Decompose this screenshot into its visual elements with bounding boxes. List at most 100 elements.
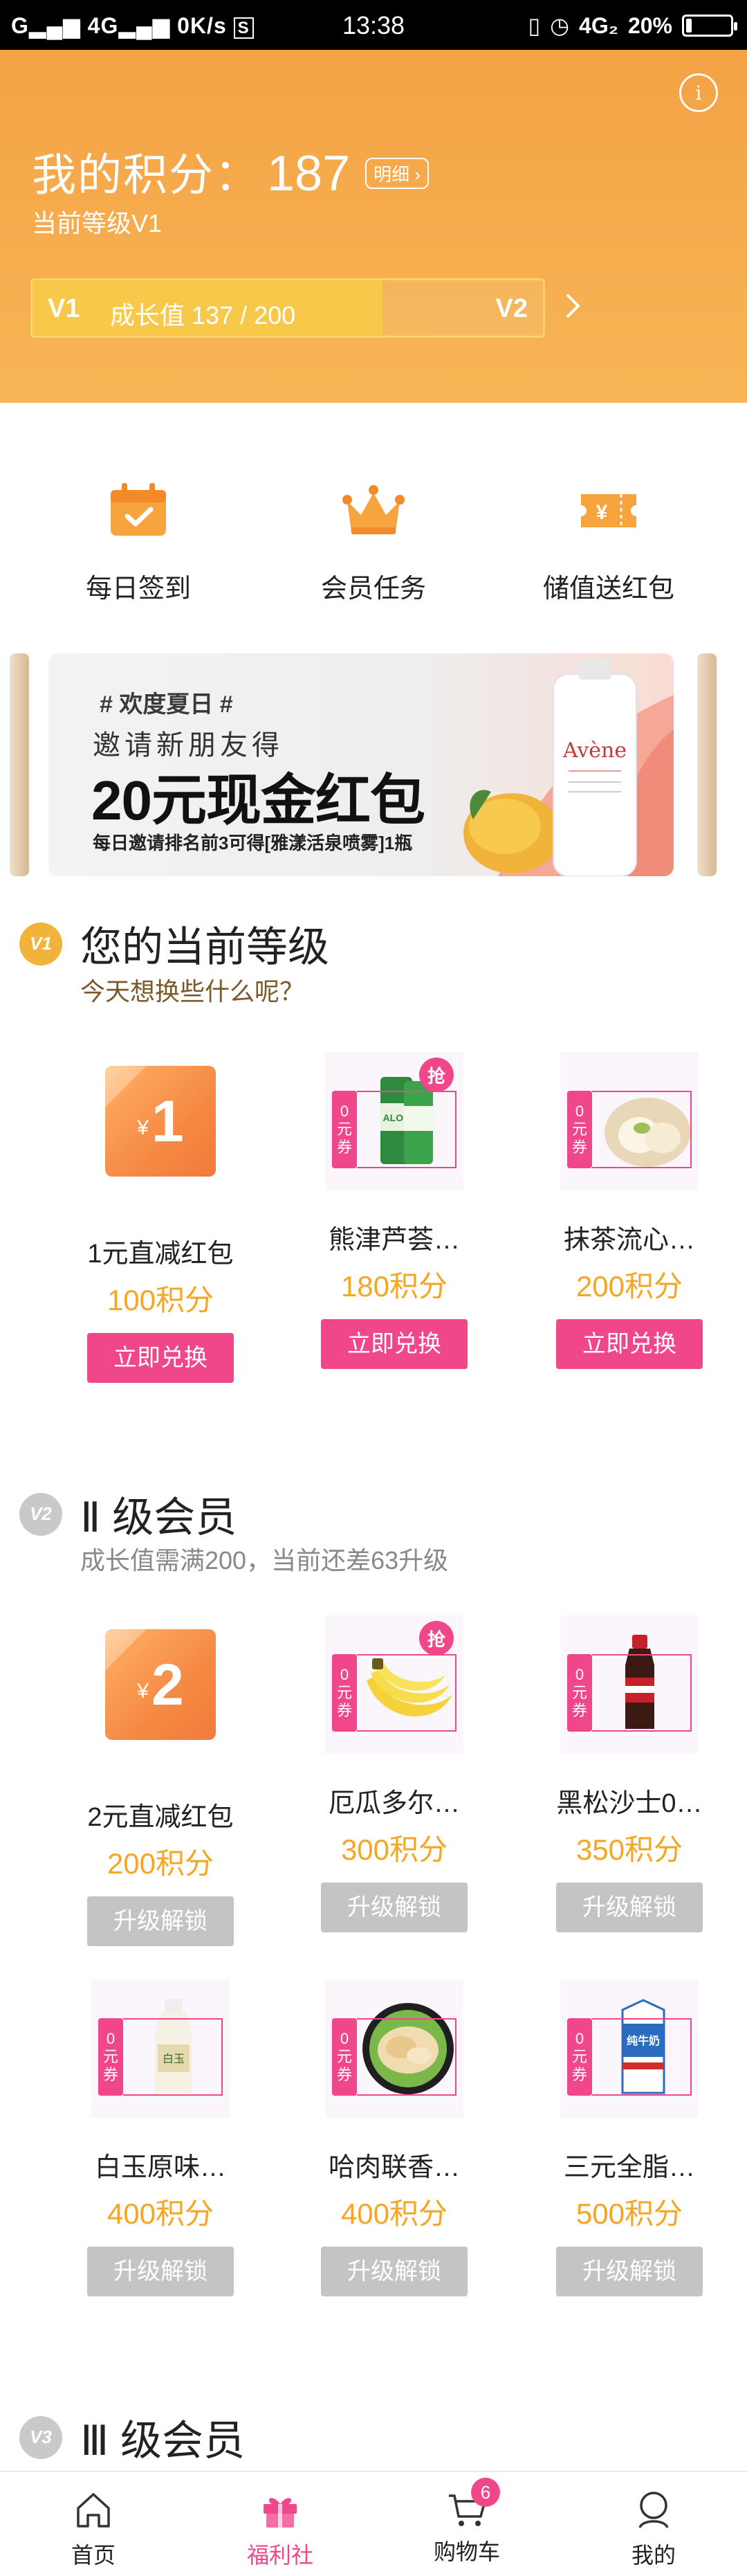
redpack-amount: 2 bbox=[151, 1651, 184, 1717]
reward-points: 350积分 bbox=[575, 1833, 683, 1866]
invite-banner[interactable]: Avène # 欢度夏日 # 邀请新朋友得 20元现金红包 每日邀请排名前3可得… bbox=[48, 653, 674, 876]
current-level-text: 当前等级V1 bbox=[32, 209, 163, 237]
reward-name: 哈肉联香… bbox=[328, 2153, 460, 2182]
cart-count-badge: 6 bbox=[471, 2478, 500, 2507]
points-value: 187 bbox=[267, 146, 351, 201]
quick-action-label: 会员任务 bbox=[320, 574, 426, 604]
zero-coupon-tag: 0元券 bbox=[98, 2018, 123, 2096]
home-icon bbox=[77, 2493, 110, 2528]
quick-action-member-tasks[interactable]: 会员任务 bbox=[270, 478, 477, 605]
status-right: ▯ ◷ 4G₂ 20% bbox=[528, 12, 737, 39]
reward-card[interactable]: ¥2 2元直减红包 200积分 升级解锁 bbox=[43, 1615, 278, 1946]
redpack-amount: 1 bbox=[151, 1088, 184, 1154]
reward-points: 200积分 bbox=[107, 1847, 214, 1880]
banner-next-peek[interactable] bbox=[697, 653, 717, 876]
reward-thumb: 0元券 抢 bbox=[325, 1615, 463, 1754]
reward-thumb: 纯牛奶 0元券 bbox=[560, 1979, 699, 2118]
points-header: i 我的积分： 187 明细 › 当前等级V1 V1 成长值 137 / 200… bbox=[0, 50, 747, 403]
points-label: 我的积分： bbox=[32, 150, 260, 200]
section-v1-header: V1 您的当前等级 bbox=[19, 914, 329, 974]
redeem-button[interactable]: 立即兑换 bbox=[556, 1319, 703, 1369]
chevron-right-icon[interactable] bbox=[560, 285, 588, 327]
unlock-button[interactable]: 升级解锁 bbox=[321, 2247, 468, 2296]
nav-welfare[interactable]: 福利社 bbox=[187, 2472, 374, 2576]
nav-label: 福利社 bbox=[246, 2543, 313, 2568]
reward-points: 400积分 bbox=[340, 2197, 448, 2230]
reward-name: 1元直减红包 bbox=[87, 1240, 234, 1269]
reward-card[interactable]: 纯牛奶 0元券 三元全脂… 500积分 升级解锁 bbox=[512, 1979, 747, 2296]
battery-icon bbox=[682, 15, 737, 37]
coupon-frame bbox=[592, 2018, 692, 2096]
growth-progress-bar[interactable]: V1 成长值 137 / 200 V2 bbox=[30, 278, 545, 338]
unlock-button[interactable]: 升级解锁 bbox=[87, 2247, 234, 2296]
reward-points: 180积分 bbox=[340, 1270, 448, 1303]
unlock-button[interactable]: 升级解锁 bbox=[556, 1883, 703, 1932]
reward-name: 三元全脂… bbox=[563, 2153, 695, 2182]
coupon-yen-icon: ¥ bbox=[581, 494, 636, 527]
section-subtitle: 成长值需满200，当前还差63升级 bbox=[80, 1546, 449, 1575]
redeem-button[interactable]: 立即兑换 bbox=[321, 1319, 468, 1369]
grab-badge: 抢 bbox=[419, 1621, 454, 1656]
cart-icon-wrap: 6 bbox=[445, 2478, 500, 2532]
points-detail-button[interactable]: 明细 › bbox=[365, 158, 430, 189]
growth-to-level: V2 bbox=[495, 294, 528, 323]
unlock-button[interactable]: 升级解锁 bbox=[87, 1896, 234, 1946]
alarm-icon: ◷ bbox=[550, 13, 570, 38]
reward-card[interactable]: ALOE 0元券 抢 熊津芦荟… 180积分 立即兑换 bbox=[277, 1052, 512, 1369]
coupon-frame bbox=[357, 1654, 456, 1732]
network-type: 4G₂ bbox=[579, 12, 618, 38]
user-icon bbox=[638, 2492, 669, 2528]
banner-art: Avène bbox=[463, 659, 674, 876]
reward-name: 抹茶流心… bbox=[563, 1226, 695, 1255]
quick-action-label: 每日签到 bbox=[85, 574, 191, 604]
unlock-button[interactable]: 升级解锁 bbox=[321, 1883, 468, 1932]
reward-card[interactable]: 0元券 抹茶流心… 200积分 立即兑换 bbox=[512, 1052, 747, 1369]
info-icon[interactable]: i bbox=[679, 73, 718, 112]
reward-name: 2元直减红包 bbox=[87, 1803, 234, 1832]
yen-sign: ¥ bbox=[137, 1680, 149, 1703]
coupon-frame bbox=[123, 2018, 223, 2096]
reward-card[interactable]: ¥1 1元直减红包 100积分 立即兑换 bbox=[43, 1052, 278, 1383]
unlock-button[interactable]: 升级解锁 bbox=[556, 2247, 703, 2296]
reward-card[interactable]: 0元券 抢 厄瓜多尔… 300积分 升级解锁 bbox=[277, 1615, 512, 1932]
redeem-button[interactable]: 立即兑换 bbox=[87, 1333, 234, 1383]
banner-headline: 20元现金红包 bbox=[91, 770, 425, 831]
nav-mine[interactable]: 我的 bbox=[560, 2472, 747, 2576]
reward-thumb: ALOE 0元券 抢 bbox=[325, 1052, 463, 1190]
reward-thumb: ¥1 bbox=[91, 1066, 230, 1204]
welfare-page: G▂▄▆ 4G▂▄▆ 0K/s S 13:38 ▯ ◷ 4G₂ 20% i 我的… bbox=[0, 0, 747, 2576]
zero-coupon-tag: 0元券 bbox=[332, 1654, 357, 1732]
reward-thumb: 0元券 bbox=[560, 1052, 699, 1190]
reward-points: 500积分 bbox=[575, 2197, 683, 2230]
level-badge-v2: V2 bbox=[19, 1492, 62, 1536]
coupon-frame bbox=[592, 1654, 692, 1732]
reward-thumb: 0元券 bbox=[560, 1615, 699, 1754]
section-title: Ⅲ 级会员 bbox=[80, 2418, 246, 2464]
points-row: 我的积分： 187 明细 › bbox=[32, 140, 430, 203]
reward-card[interactable]: 0元券 黑松沙士0… 350积分 升级解锁 bbox=[512, 1615, 747, 1932]
reward-card[interactable]: 0元券 哈肉联香… 400积分 升级解锁 bbox=[277, 1979, 512, 2296]
section-title: 您的当前等级 bbox=[80, 924, 329, 970]
banner-footnote: 每日邀请排名前3可得[雅漾活泉喷雾]1瓶 bbox=[93, 833, 413, 853]
coupon-frame bbox=[357, 1091, 456, 1168]
level-badge-v1: V1 bbox=[19, 922, 62, 965]
vibrate-icon: ▯ bbox=[528, 13, 541, 38]
reward-name: 白玉原味… bbox=[94, 2153, 226, 2182]
growth-value-label: 成长值 137 / 200 bbox=[110, 301, 296, 329]
redpack-icon: ¥2 bbox=[105, 1629, 216, 1740]
banner-brand-text: Avène bbox=[562, 738, 627, 763]
status-bar: G▂▄▆ 4G▂▄▆ 0K/s S 13:38 ▯ ◷ 4G₂ 20% bbox=[0, 0, 747, 50]
nav-home[interactable]: 首页 bbox=[0, 2472, 187, 2576]
svg-text:¥: ¥ bbox=[596, 501, 608, 524]
banner-prev-peek[interactable] bbox=[10, 653, 29, 876]
grab-badge: 抢 bbox=[419, 1058, 454, 1092]
quick-action-daily-checkin[interactable]: 每日签到 bbox=[35, 478, 242, 605]
section-v2-header: V2 Ⅱ 级会员 bbox=[19, 1484, 237, 1544]
quick-action-topup-redpack[interactable]: ¥ 储值送红包 bbox=[505, 478, 712, 605]
nav-cart[interactable]: 6 购物车 bbox=[374, 2472, 560, 2576]
coupon-frame bbox=[592, 1091, 692, 1168]
reward-points: 100积分 bbox=[107, 1284, 214, 1316]
reward-card[interactable]: 白玉 0元券 白玉原味… 400积分 升级解锁 bbox=[43, 1979, 278, 2296]
yen-sign: ¥ bbox=[137, 1116, 149, 1139]
crown-icon bbox=[342, 485, 405, 534]
